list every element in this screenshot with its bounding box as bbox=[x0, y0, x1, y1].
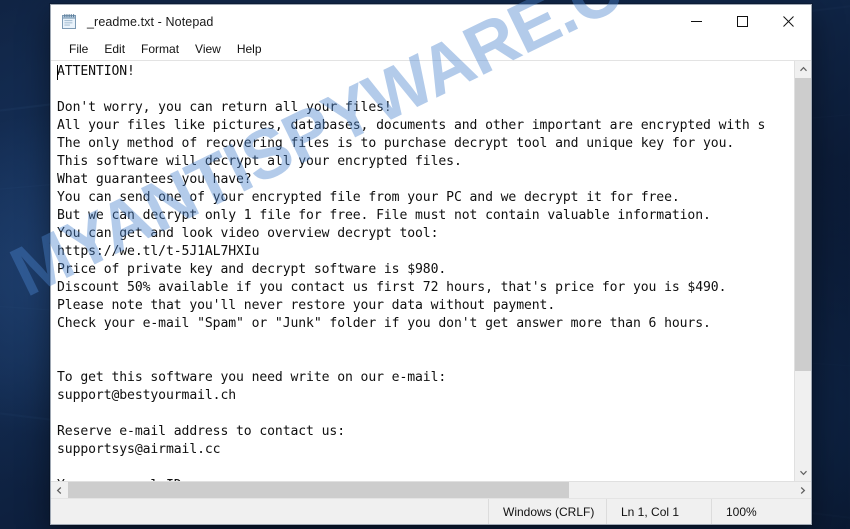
minimize-button[interactable] bbox=[673, 5, 719, 38]
title-bar[interactable]: _readme.txt - Notepad bbox=[51, 5, 811, 38]
scroll-down-icon[interactable] bbox=[795, 464, 811, 481]
vertical-scrollbar[interactable] bbox=[794, 61, 811, 481]
menu-bar: File Edit Format View Help bbox=[51, 38, 811, 60]
scroll-left-icon[interactable] bbox=[51, 482, 68, 499]
horizontal-scroll-thumb[interactable] bbox=[68, 482, 569, 498]
close-button[interactable] bbox=[765, 5, 811, 38]
scroll-right-icon[interactable] bbox=[794, 482, 811, 499]
window-controls bbox=[673, 5, 811, 38]
menu-item-view[interactable]: View bbox=[187, 40, 229, 58]
editor-area: ATTENTION! Don't worry, you can return a… bbox=[51, 60, 811, 481]
maximize-button[interactable] bbox=[719, 5, 765, 38]
ransom-note-text: ATTENTION! Don't worry, you can return a… bbox=[57, 64, 766, 481]
notepad-icon bbox=[61, 13, 78, 30]
status-bar-spacer bbox=[51, 499, 488, 524]
horizontal-scroll-track[interactable] bbox=[68, 482, 794, 498]
text-caret bbox=[57, 65, 58, 80]
menu-item-format[interactable]: Format bbox=[133, 40, 187, 58]
vertical-scroll-track[interactable] bbox=[795, 78, 811, 464]
status-zoom-level[interactable]: 100% bbox=[711, 499, 811, 524]
menu-item-edit[interactable]: Edit bbox=[96, 40, 133, 58]
status-line-ending[interactable]: Windows (CRLF) bbox=[488, 499, 606, 524]
notepad-window: _readme.txt - Notepad File Edit Format V… bbox=[50, 4, 812, 525]
status-bar: Windows (CRLF) Ln 1, Col 1 100% bbox=[51, 498, 811, 524]
menu-item-file[interactable]: File bbox=[61, 40, 96, 58]
window-title: _readme.txt - Notepad bbox=[87, 14, 214, 29]
menu-item-help[interactable]: Help bbox=[229, 40, 270, 58]
text-editor[interactable]: ATTENTION! Don't worry, you can return a… bbox=[51, 61, 794, 481]
scroll-up-icon[interactable] bbox=[795, 61, 811, 78]
horizontal-scrollbar[interactable] bbox=[51, 481, 811, 499]
vertical-scroll-thumb[interactable] bbox=[795, 78, 811, 372]
status-cursor-position[interactable]: Ln 1, Col 1 bbox=[606, 499, 711, 524]
